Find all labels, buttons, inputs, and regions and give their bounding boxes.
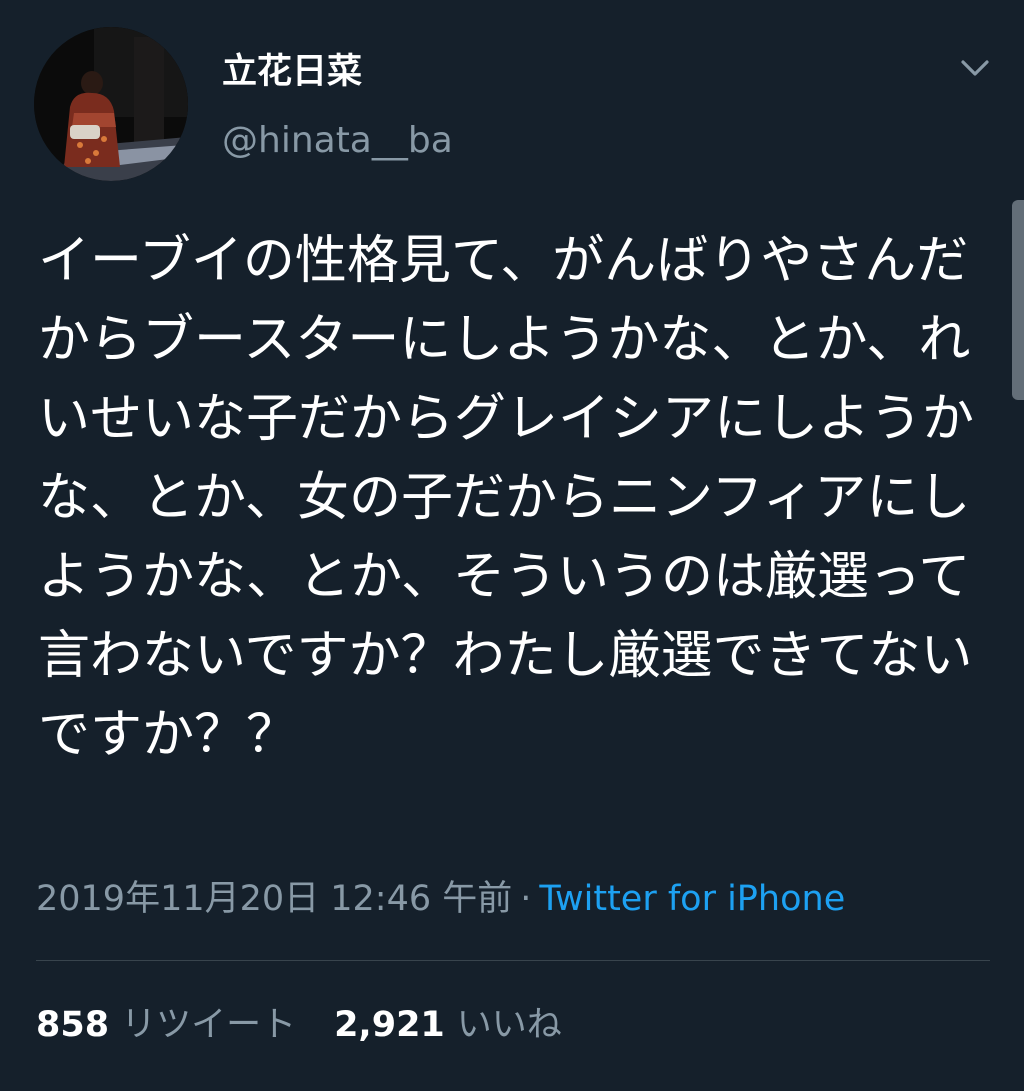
tweet-timestamp[interactable]: 2019年11月20日 12:46 午前 [36, 879, 512, 919]
tweet-meta: 2019年11月20日 12:46 午前 · Twitter for iPhone [36, 877, 845, 921]
retweets-stat[interactable]: 858 リツイート [36, 1003, 296, 1047]
likes-label: いいね [456, 1005, 562, 1045]
user-handle[interactable]: @hinata__ba [222, 119, 453, 163]
divider [36, 960, 990, 961]
tweet-source-link[interactable]: Twitter for iPhone [539, 879, 845, 919]
likes-count: 2,921 [334, 1005, 445, 1045]
retweets-count: 858 [36, 1005, 110, 1045]
tweet-text: イーブイの性格見て、がんばりやさんだからブースターにしようかな、とか、れいせいな… [38, 231, 975, 765]
meta-separator: · [520, 879, 532, 919]
display-name[interactable]: 立花日菜 [222, 50, 362, 94]
scrollbar[interactable] [1012, 200, 1024, 400]
chevron-down-icon[interactable] [955, 52, 995, 86]
likes-stat[interactable]: 2,921 いいね [334, 1003, 562, 1047]
avatar-image [34, 27, 188, 181]
engagement-stats: 858 リツイート 2,921 いいね [36, 1003, 562, 1047]
retweets-label: リツイート [121, 1005, 297, 1045]
avatar[interactable] [34, 27, 188, 181]
tweet-detail: 立花日菜 @hinata__ba イーブイの性格見て、がんばりやさんだからブース… [0, 0, 1024, 1091]
